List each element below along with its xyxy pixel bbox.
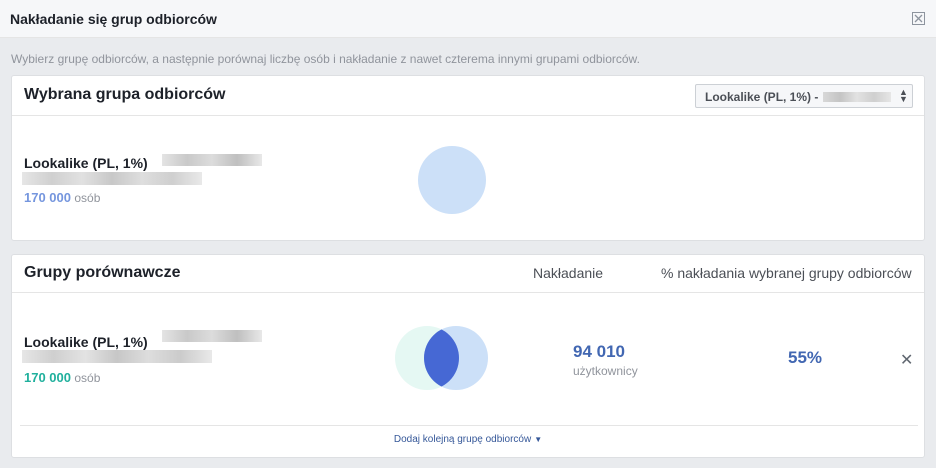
selected-audience-circle <box>418 146 486 214</box>
caret-down-icon: ▼ <box>534 435 543 444</box>
selected-audience-panel: Wybrana grupa odbiorców Lookalike (PL, 1… <box>11 75 925 241</box>
comparison-count-value: 170 000 <box>24 370 71 385</box>
comparison-audience-count: 170 000 osób <box>24 370 100 385</box>
redacted-text <box>22 172 202 185</box>
redacted-text <box>823 92 891 102</box>
overlap-unit: użytkownicy <box>573 364 638 378</box>
selected-panel-header: Wybrana grupa odbiorców Lookalike (PL, 1… <box>12 76 924 116</box>
dialog-header: Nakładanie się grup odbiorców <box>0 0 936 38</box>
comparison-panel-title: Grupy porównawcze <box>24 264 181 281</box>
dialog-title: Nakładanie się grup odbiorców <box>10 11 217 27</box>
selected-audience-name: Lookalike (PL, 1%) <box>24 155 148 171</box>
intro-text: Wybierz grupę odbiorców, a następnie por… <box>11 52 640 66</box>
redacted-text <box>162 154 262 166</box>
redacted-text <box>162 330 262 342</box>
overlap-value: 94 010 <box>573 342 625 361</box>
overlap-percent: 55% <box>788 348 823 367</box>
selected-audience-count: 170 000 osób <box>24 190 100 205</box>
comparison-panel: Grupy porównawcze Nakładanie % nakładani… <box>11 254 925 458</box>
redacted-text <box>22 350 212 363</box>
remove-row-close-icon[interactable]: ✕ <box>900 350 913 370</box>
close-icon[interactable] <box>912 12 925 25</box>
selected-panel-title: Wybrana grupa odbiorców <box>24 86 226 103</box>
selected-count-unit: osób <box>74 191 101 205</box>
comparison-panel-header: Grupy porównawcze Nakładanie % nakładani… <box>12 255 924 293</box>
divider <box>20 425 918 426</box>
column-header-overlap: Nakładanie <box>533 265 604 281</box>
column-header-percent: % nakładania wybranej grupy odbiorców <box>661 265 912 281</box>
select-arrows-icon: ▲ ▼ <box>899 87 908 104</box>
add-audience-label: Dodaj kolejną grupę odbiorców <box>393 434 532 445</box>
audience-select[interactable]: Lookalike (PL, 1%) - ▲ ▼ <box>695 84 913 108</box>
overlap-venn-diagram <box>395 326 488 390</box>
comparison-count-unit: osób <box>74 371 101 385</box>
selected-count-value: 170 000 <box>24 190 71 205</box>
audience-select-value: Lookalike (PL, 1%) - <box>705 90 819 104</box>
add-audience-link[interactable]: Dodaj kolejną grupę odbiorców ▼ <box>12 434 924 445</box>
comparison-audience-name: Lookalike (PL, 1%) <box>24 334 148 350</box>
